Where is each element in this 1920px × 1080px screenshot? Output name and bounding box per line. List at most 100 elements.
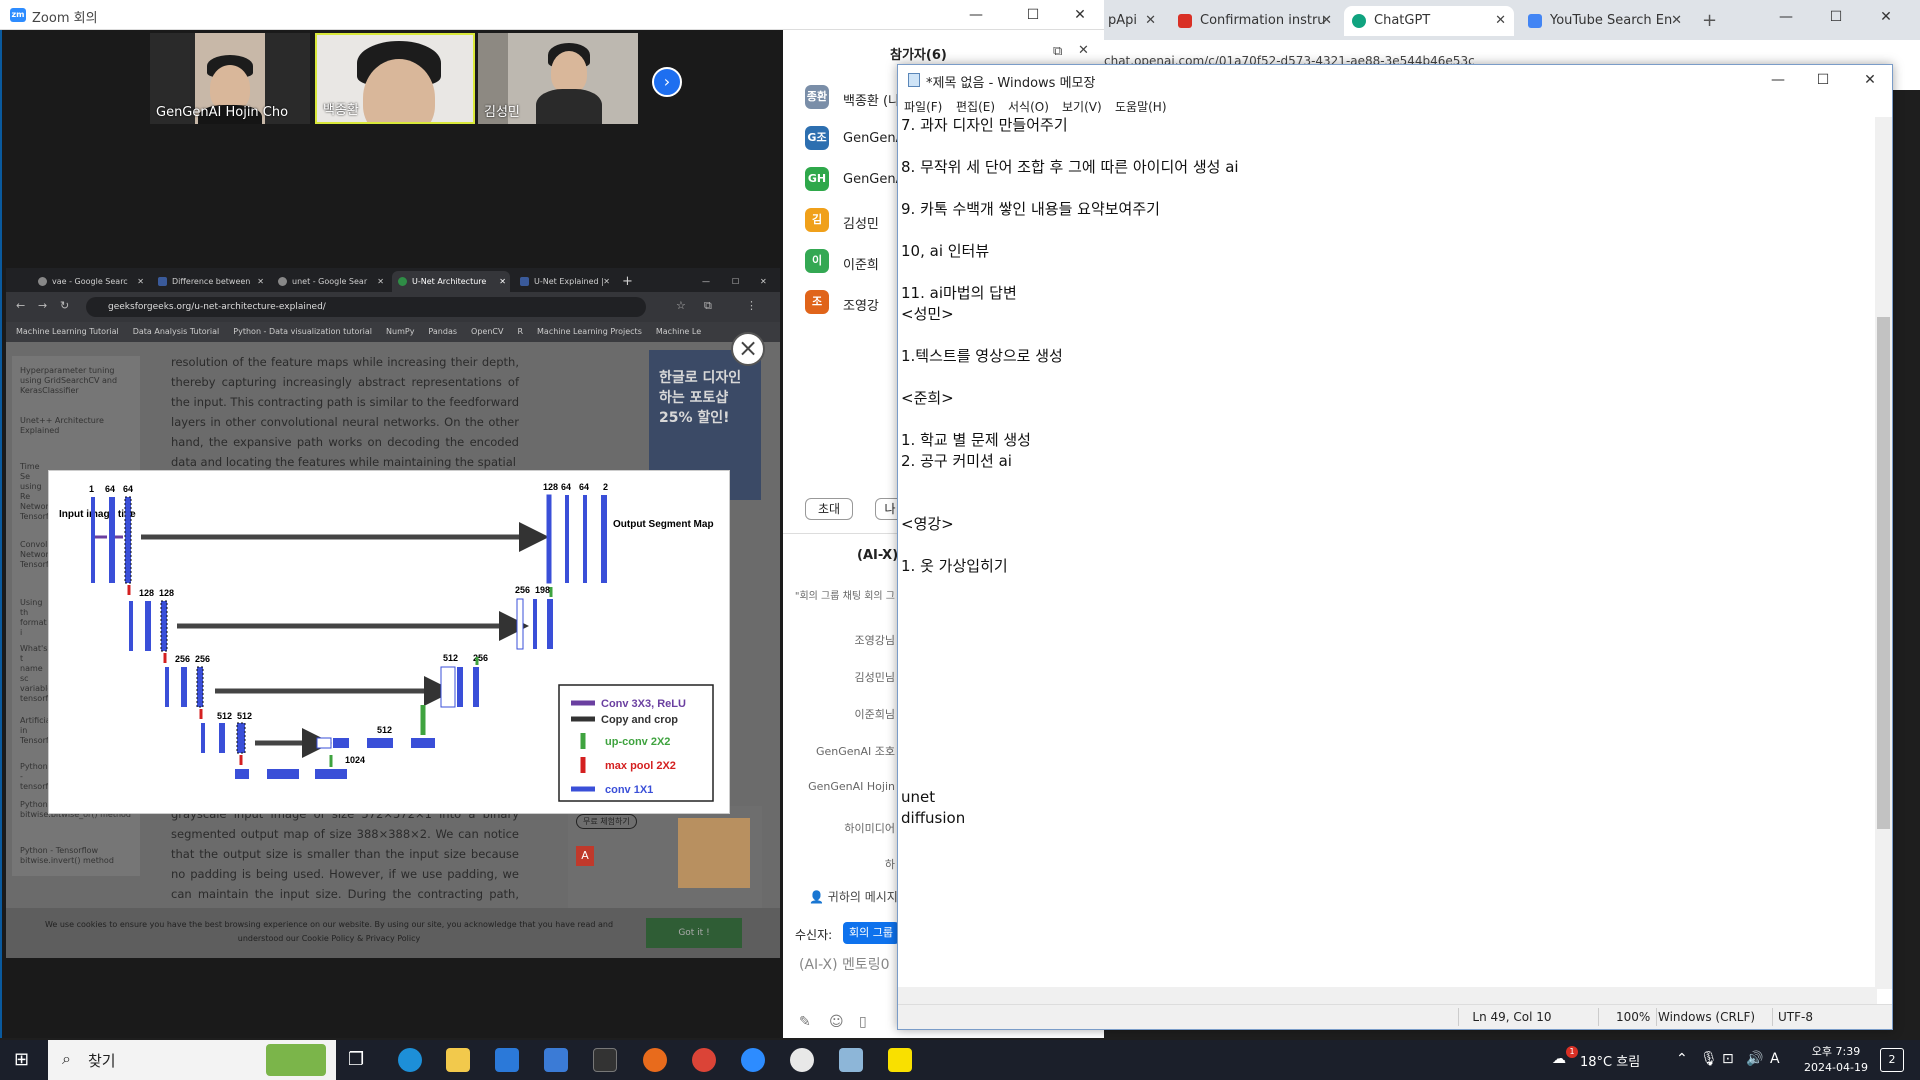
video-tile-seongmin[interactable]: 김성민 xyxy=(478,33,638,124)
close-button[interactable]: ✕ xyxy=(1868,6,1904,28)
invite-button[interactable]: 초대 xyxy=(805,498,853,520)
maximize-button[interactable]: ☐ xyxy=(1015,4,1051,26)
menu-file[interactable]: 파일(F) xyxy=(904,98,942,115)
zoom-icon[interactable] xyxy=(741,1048,765,1072)
notification-center[interactable]: 2 xyxy=(1880,1048,1904,1072)
bookmark-item[interactable]: OpenCV xyxy=(471,327,503,336)
maximize-button[interactable]: ☐ xyxy=(1818,6,1854,28)
bookmark-item[interactable]: Machine Le xyxy=(656,327,701,336)
cookie-accept-button[interactable]: Got it ! xyxy=(646,918,742,948)
forward-icon[interactable]: → xyxy=(38,299,47,312)
extensions-icon[interactable]: ⧉ xyxy=(704,299,712,313)
kakaotalk-icon[interactable] xyxy=(888,1048,912,1072)
notepad-taskbar-icon[interactable] xyxy=(839,1048,863,1072)
emoji-icon[interactable]: ☺ xyxy=(829,1014,844,1030)
channel-label: 256 xyxy=(473,653,488,663)
new-tab-button[interactable]: + xyxy=(618,271,638,292)
horizontal-scrollbar[interactable] xyxy=(898,987,1877,1004)
file-explorer-icon[interactable] xyxy=(446,1048,470,1072)
minimize-button[interactable]: — xyxy=(1768,6,1804,28)
maximize-button[interactable]: ☐ xyxy=(1805,69,1841,91)
new-tab-button[interactable]: + xyxy=(1694,6,1724,36)
bookmark-item[interactable]: Pandas xyxy=(428,327,457,336)
bookmark-item[interactable]: Machine Learning Tutorial xyxy=(16,327,119,336)
url-field[interactable]: geeksforgeeks.org/u-net-architecture-exp… xyxy=(86,297,646,317)
back-icon[interactable]: ← xyxy=(16,299,25,312)
task-view-icon[interactable]: ❐ xyxy=(348,1048,372,1072)
chrome-icon[interactable] xyxy=(692,1048,716,1072)
sidebar-link[interactable]: Using th format i xyxy=(20,598,48,638)
sidebar-link[interactable]: Python - Tensorflow bitwise.invert() met… xyxy=(20,846,132,866)
sidebar-link[interactable]: Time Se using Re Network Tensorf xyxy=(20,462,53,522)
maximize-button[interactable]: ☐ xyxy=(728,271,748,292)
ad-trial-label[interactable]: 무료 체험하기 xyxy=(576,814,637,829)
clock[interactable]: 오후 7:39 2024-04-19 xyxy=(1794,1044,1878,1076)
advertisement-bottom[interactable]: 무료 체험하기 A xyxy=(568,806,762,916)
sidebar-link[interactable]: Unet++ Architecture Explained xyxy=(20,416,132,436)
close-panel-icon[interactable]: ✕ xyxy=(1078,43,1089,58)
menu-icon[interactable]: ⋮ xyxy=(746,299,757,312)
popout-icon[interactable]: ⧉ xyxy=(1053,44,1062,59)
sidebar-link[interactable]: Artificial in Tensorf xyxy=(20,716,53,746)
browser-tab-active[interactable]: ChatGPT ✕ xyxy=(1344,6,1514,36)
browser-tab[interactable]: YouTube Search En ✕ xyxy=(1520,6,1690,36)
tray-expand-icon[interactable]: ⌃ xyxy=(1676,1051,1688,1067)
search-label: 찾기 xyxy=(88,1052,116,1070)
minimize-button[interactable]: — xyxy=(698,271,718,292)
sidebar-link[interactable]: What's t name sc variable tensorfl xyxy=(20,644,52,704)
video-tile-jonghwan[interactable]: 백종환 xyxy=(315,33,475,124)
recipient-select[interactable]: 회의 그룹 xyxy=(843,922,899,944)
edge-icon[interactable] xyxy=(398,1048,422,1072)
vertical-scrollbar[interactable] xyxy=(1875,117,1892,989)
volume-icon[interactable]: 🔊 xyxy=(1746,1051,1763,1067)
video-tile-hojin[interactable]: GenGenAI Hojin Cho xyxy=(150,33,310,124)
bookmark-item[interactable]: R xyxy=(517,327,523,336)
browser-tab-active[interactable]: U-Net Architecture ✕ xyxy=(392,271,510,292)
network-icon[interactable]: ⊡ xyxy=(1722,1051,1734,1067)
menu-view[interactable]: 보기(V) xyxy=(1062,98,1102,115)
bookmark-item[interactable]: Machine Learning Projects xyxy=(537,327,642,336)
browser-tab[interactable]: Difference between ✕ xyxy=(152,271,268,292)
close-button[interactable]: ✕ xyxy=(1062,4,1098,26)
browser-tab[interactable]: vae - Google Searc ✕ xyxy=(32,271,148,292)
scrollbar-thumb[interactable] xyxy=(1877,317,1890,829)
windows-start-icon[interactable]: ⊞ xyxy=(14,1050,34,1070)
browser-tab[interactable]: U-Net Explained | ✕ xyxy=(514,271,614,292)
browser-tab[interactable]: unet - Google Sear ✕ xyxy=(272,271,388,292)
sidebar-link[interactable]: Hyperparameter tuning using GridSearchCV… xyxy=(20,366,132,396)
menu-help[interactable]: 도움말(H) xyxy=(1115,98,1167,115)
chat-input[interactable]: (AI-X) 멘토링0 xyxy=(799,954,890,974)
minimize-button[interactable]: — xyxy=(1760,69,1796,91)
format-icon[interactable]: ✎ xyxy=(799,1014,811,1030)
taskbar-search[interactable]: ⌕ 찾기 xyxy=(48,1040,336,1080)
sidebar-link[interactable]: Convolu Networ Tensorf xyxy=(20,540,52,570)
unet-block xyxy=(236,722,246,754)
ime-indicator[interactable]: A xyxy=(1770,1051,1780,1067)
close-button[interactable]: ✕ xyxy=(756,271,776,292)
terminal-icon[interactable] xyxy=(593,1048,617,1072)
close-button[interactable]: ✕ xyxy=(1852,69,1888,91)
browser-tab[interactable]: Confirmation instru ✕ xyxy=(1170,6,1340,36)
minimize-button[interactable]: — xyxy=(958,4,994,26)
star-icon[interactable]: ☆ xyxy=(676,299,686,312)
bookmark-item[interactable]: Python - Data visualization tutorial xyxy=(233,327,372,336)
reload-icon[interactable]: ↻ xyxy=(60,299,69,312)
menu-edit[interactable]: 편집(E) xyxy=(956,98,995,115)
microphone-icon[interactable]: 🎙 xyxy=(1700,1051,1718,1067)
store-icon[interactable] xyxy=(495,1048,519,1072)
menu-format[interactable]: 서식(O) xyxy=(1008,98,1049,115)
sidebar-link[interactable]: Python - tensorflo xyxy=(20,762,55,792)
close-image-button[interactable]: × xyxy=(731,332,765,366)
next-page-button[interactable]: › xyxy=(652,67,682,97)
browser-tab[interactable]: pApi ✕ xyxy=(1104,6,1160,36)
mail-icon[interactable] xyxy=(544,1048,568,1072)
weather-icon[interactable]: ☁ xyxy=(1552,1051,1566,1067)
bookmark-item[interactable]: Data Analysis Tutorial xyxy=(133,327,220,336)
avatar: G조 xyxy=(805,126,829,150)
bookmark-item[interactable]: NumPy xyxy=(386,327,414,336)
notepad-text-area[interactable]: 7. 과자 디자인 만들어주기 8. 무작위 세 단어 조합 후 그에 따른 아… xyxy=(900,115,1874,989)
file-icon[interactable]: ▯ xyxy=(859,1014,867,1030)
slack-icon[interactable] xyxy=(790,1048,814,1072)
avatar: 조 xyxy=(805,290,829,314)
app-icon[interactable] xyxy=(643,1048,667,1072)
